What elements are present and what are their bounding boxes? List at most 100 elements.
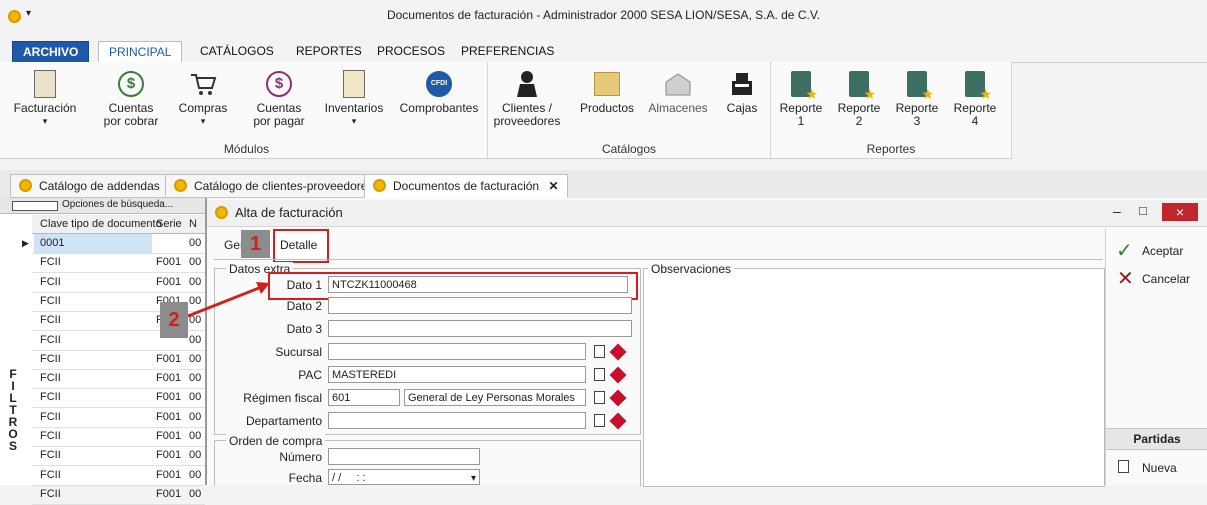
regimen-code-input[interactable]: 601 [328, 389, 400, 406]
grid-header: Clave tipo de documento Serie N [32, 215, 205, 234]
orden-compra-label: Orden de compra [226, 434, 326, 448]
ribbon-tab-bar: ARCHIVO PRINCIPAL CATÁLOGOS REPORTES PRO… [0, 38, 1207, 63]
dato2-input[interactable] [328, 297, 632, 314]
report-star-icon [849, 71, 876, 101]
app-logo-icon [373, 179, 386, 192]
tab-catalogos[interactable]: CATÁLOGOS [190, 41, 284, 61]
dato1-input[interactable]: NTCZK11000468 [328, 276, 628, 293]
filtros-vertical-label[interactable]: FILTROS [6, 368, 20, 452]
lookup-icon[interactable] [594, 345, 605, 358]
lookup-icon[interactable] [594, 391, 605, 404]
group-label-modulos: Módulos [223, 142, 270, 156]
table-row[interactable]: FCIIF00100 [32, 369, 205, 390]
numero-input[interactable] [328, 448, 480, 465]
aceptar-button[interactable]: ✓ Aceptar [1114, 240, 1204, 262]
cell-n: 00 [189, 391, 202, 404]
cell-n: 00 [189, 430, 202, 442]
reporte-3-button[interactable]: Reporte 3 [889, 70, 945, 128]
tab-reportes[interactable]: REPORTES [286, 41, 372, 61]
compras-button[interactable]: Compras ▾ [174, 70, 232, 128]
doc-tab-documentos-facturacion[interactable]: Documentos de facturación ✕ [364, 174, 568, 198]
report-star-icon [907, 71, 934, 101]
table-row[interactable]: FCIIF00100 [32, 253, 205, 274]
table-row[interactable]: 0001 00 ▶ [22, 234, 205, 254]
pac-label: PAC [298, 368, 322, 382]
cell-serie: F001 [156, 430, 182, 442]
cell-clave: 0001 [34, 234, 152, 253]
search-toggle-icon[interactable] [12, 201, 58, 211]
close-tab-icon[interactable]: ✕ [548, 179, 558, 193]
fecha-label: Fecha [288, 471, 322, 485]
reporte-1-button[interactable]: Reporte 1 [773, 70, 829, 128]
facturacion-button[interactable]: Facturación ▾ [10, 70, 80, 128]
inventarios-button[interactable]: Inventarios ▾ [318, 70, 390, 128]
minimize-button[interactable]: – [1113, 203, 1121, 219]
tab-principal[interactable]: PRINCIPAL [98, 41, 183, 63]
cell-clave: FCII [40, 391, 61, 404]
document-grid-panel: Opciones de búsqueda... Clave tipo de do… [0, 198, 206, 505]
dato3-label: Dato 3 [286, 322, 322, 336]
shopping-cart-icon [191, 74, 217, 95]
table-row[interactable]: FCIIF00100 [32, 388, 205, 409]
cell-n: 00 [189, 372, 202, 385]
fecha-input[interactable]: / / : : ▾ [328, 469, 480, 485]
cancelar-button[interactable]: ✕ Cancelar [1114, 268, 1204, 290]
tab-archivo[interactable]: ARCHIVO [12, 41, 90, 63]
cell-clave: FCII [40, 256, 61, 269]
comprobantes-button[interactable]: CFDI Comprobantes [394, 70, 484, 115]
dialog-title: Alta de facturación [235, 205, 343, 220]
cell-serie: F001 [156, 487, 182, 500]
group-label-catalogos: Catálogos [601, 142, 657, 156]
nueva-button[interactable]: Nueva [1116, 458, 1202, 478]
table-row[interactable]: FCIIF00100 [32, 446, 205, 467]
sucursal-label: Sucursal [275, 345, 322, 359]
maximize-button[interactable]: □ [1139, 203, 1147, 218]
table-row[interactable]: FCIIF00100 [32, 485, 205, 505]
cell-n: 00 [189, 449, 202, 462]
lookup-icon[interactable] [594, 368, 605, 381]
document-tab-bar: Catálogo de addendas Catálogo de cliente… [0, 170, 1207, 199]
cell-serie: F001 [156, 410, 182, 423]
table-row[interactable]: FCIIF00100 [32, 408, 205, 428]
search-options-bar[interactable]: Opciones de búsqueda... [0, 198, 205, 214]
departamento-input[interactable] [328, 412, 586, 429]
cell-n: 00 [189, 410, 202, 423]
table-row[interactable]: FCIIF00100 [32, 427, 205, 447]
cell-clave: FCII [40, 449, 61, 462]
dato3-input[interactable] [328, 320, 632, 337]
dialog-title-bar: Alta de facturación – □ × [207, 200, 1207, 227]
column-header-serie[interactable]: Serie [156, 215, 182, 233]
tab-divider [214, 259, 1103, 260]
cajas-button[interactable]: Cajas [718, 70, 766, 115]
tab-detalle[interactable]: Detalle [280, 238, 317, 252]
tab-preferencias[interactable]: PREFERENCIAS [451, 41, 564, 61]
tab-procesos[interactable]: PROCESOS [367, 41, 455, 61]
cuentas-por-cobrar-button[interactable]: $ Cuentas por cobrar [96, 70, 166, 128]
group-reportes: Reporte 1 Reporte 2 Reporte 3 Reporte 4 … [771, 62, 1012, 158]
pac-input[interactable]: MASTEREDI [328, 366, 586, 383]
lookup-icon[interactable] [594, 414, 605, 427]
almacenes-button[interactable]: Almacenes [643, 70, 713, 115]
reporte-2-button[interactable]: Reporte 2 [831, 70, 887, 128]
dollar-icon: $ [118, 71, 144, 97]
column-header-n[interactable]: N [189, 215, 197, 233]
column-header-clave[interactable]: Clave tipo de documento [40, 215, 162, 233]
chevron-down-icon[interactable]: ▾ [471, 470, 476, 487]
clientes-proveedores-button[interactable]: Clientes / proveedores [492, 70, 562, 128]
cash-register-icon [732, 73, 752, 95]
doc-tab-clientes-proveedores[interactable]: Catálogo de clientes-proveedores [165, 174, 383, 198]
reporte-4-button[interactable]: Reporte 4 [947, 70, 1003, 128]
app-logo-icon [174, 179, 187, 192]
table-row[interactable]: FCIIF00100 [32, 273, 205, 293]
cuentas-por-pagar-button[interactable]: $ Cuentas por pagar [244, 70, 314, 128]
doc-tab-addendas[interactable]: Catálogo de addendas [10, 174, 169, 198]
sucursal-input[interactable] [328, 343, 586, 360]
cfdi-icon: CFDI [426, 71, 452, 97]
table-row[interactable]: FCIIF00100 [32, 466, 205, 486]
table-row[interactable]: FCIIF00100 [32, 350, 205, 370]
productos-button[interactable]: Productos [576, 70, 638, 115]
observaciones-group [643, 268, 1105, 487]
close-button[interactable]: × [1162, 203, 1198, 221]
action-panel: ✓ Aceptar ✕ Cancelar Partidas Nueva [1105, 228, 1207, 485]
title-bar: ▾ Documentos de facturación - Administra… [0, 0, 1207, 36]
